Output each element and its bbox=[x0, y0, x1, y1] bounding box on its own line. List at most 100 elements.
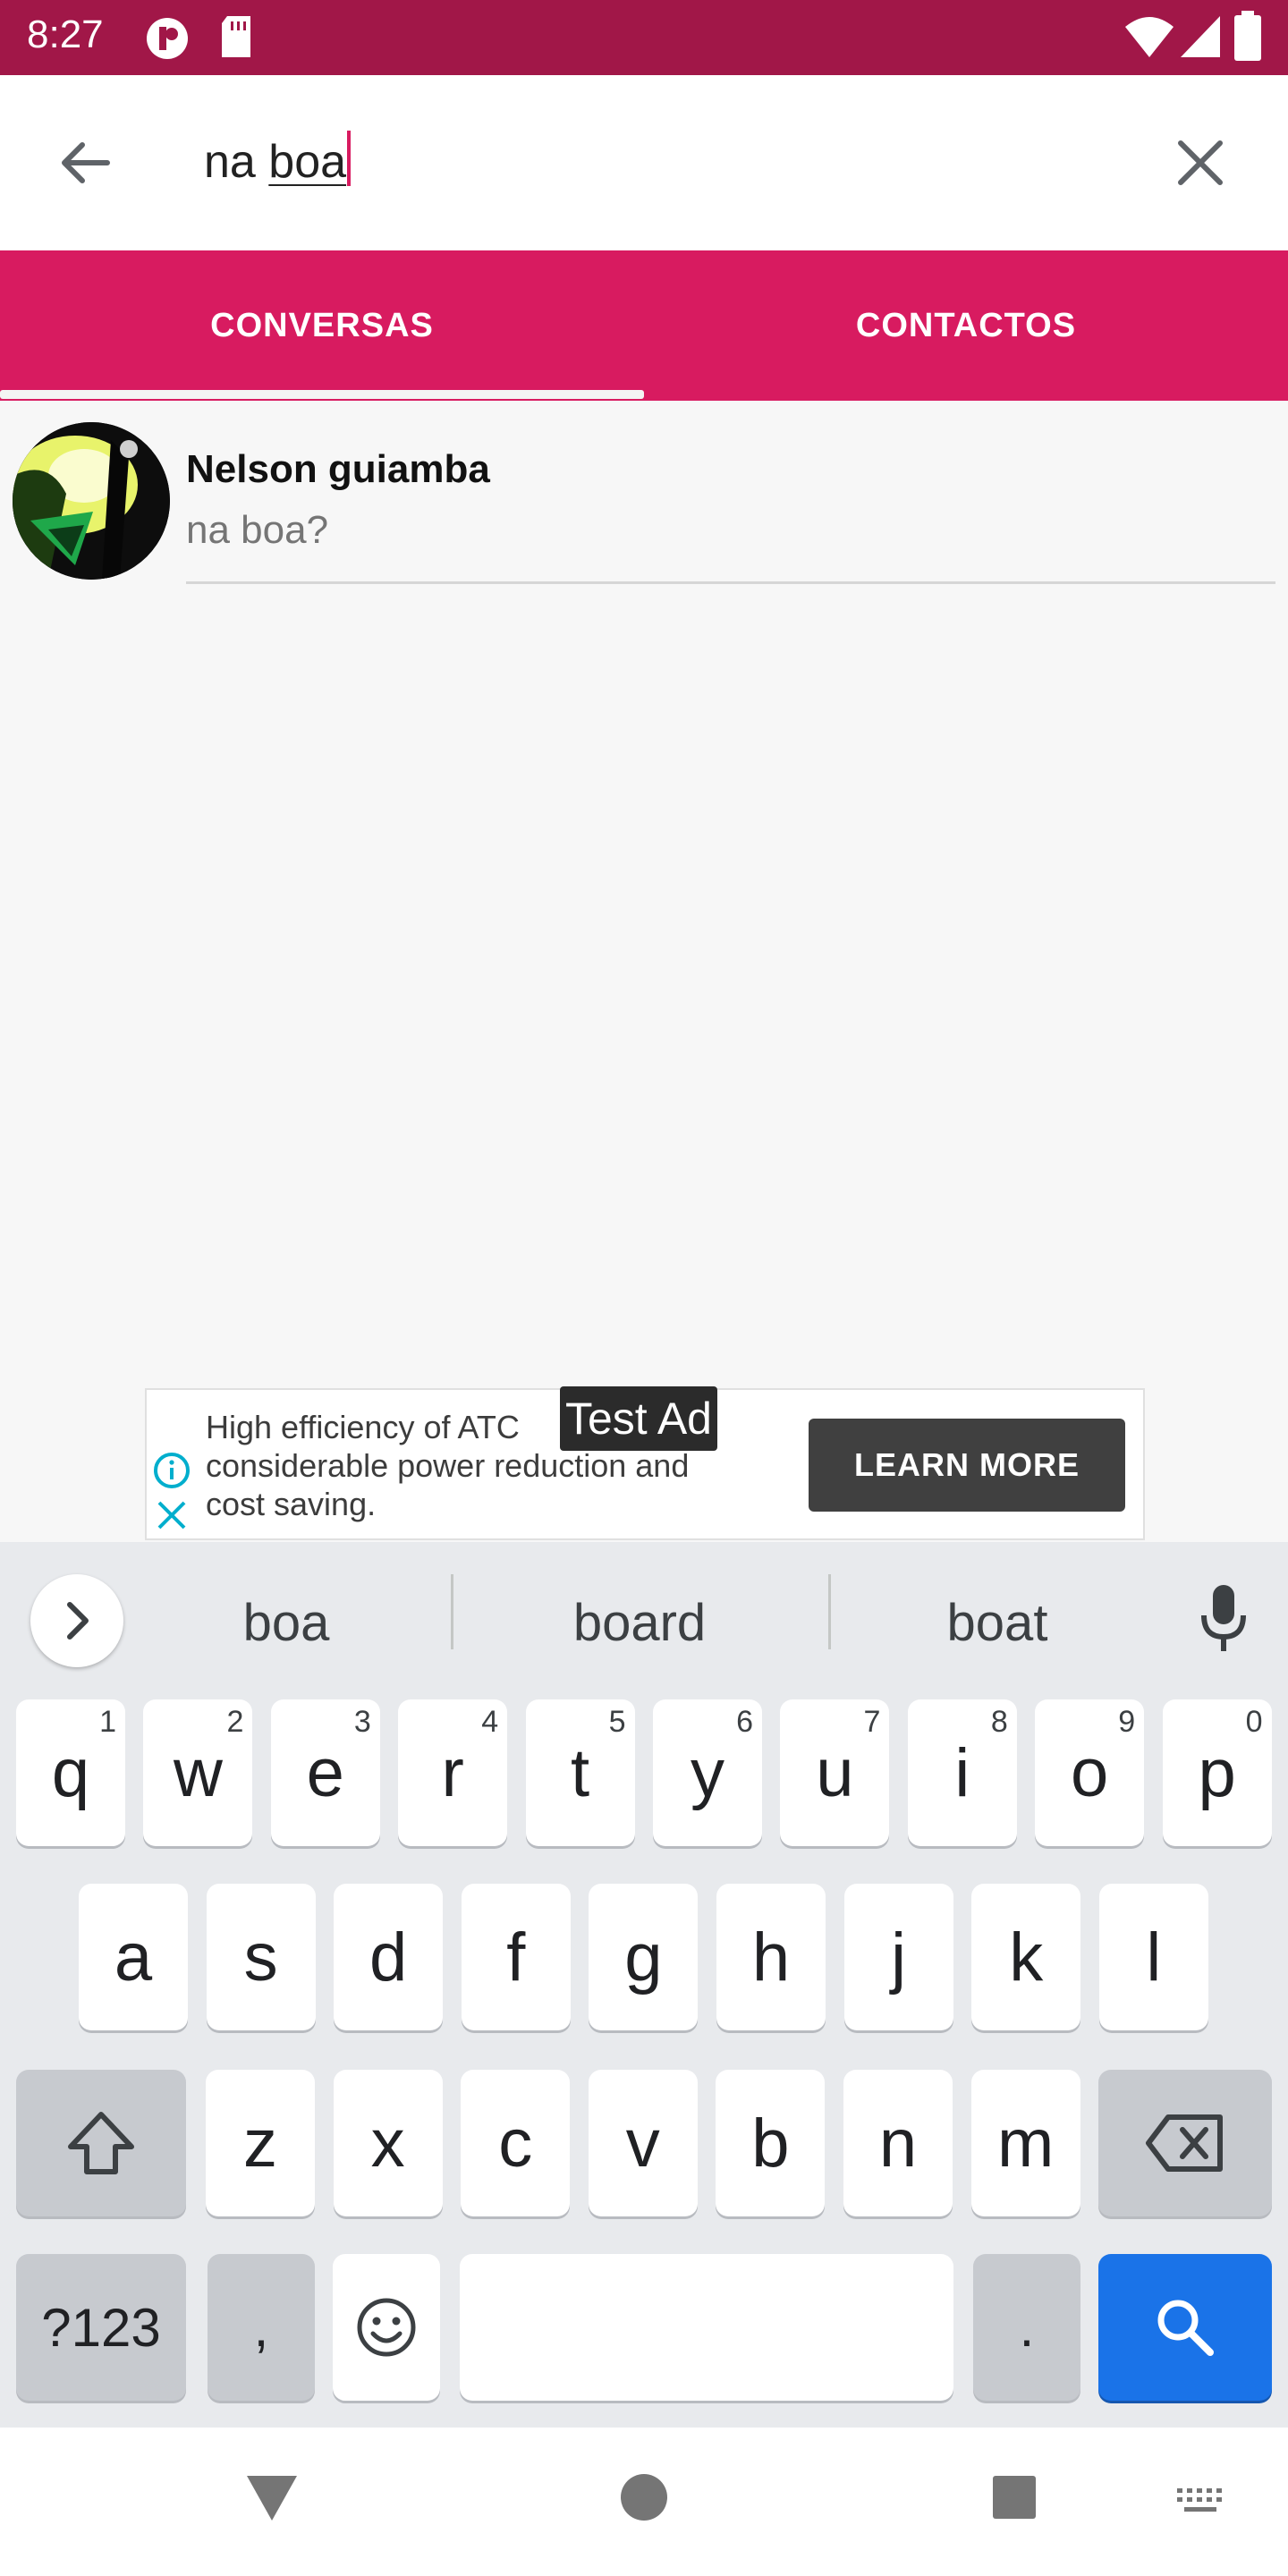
app-notification-icon bbox=[147, 18, 188, 59]
tab-bar: CONVERSAS CONTACTOS bbox=[0, 250, 1288, 401]
key-k[interactable]: k bbox=[971, 1884, 1081, 2030]
suggestion-strip: boa board boat bbox=[0, 1542, 1288, 1685]
tab-contactos[interactable]: CONTACTOS bbox=[644, 250, 1288, 401]
info-icon[interactable] bbox=[152, 1451, 191, 1490]
suggestion-3[interactable]: boat bbox=[877, 1578, 1118, 1667]
symbols-key[interactable]: ?123 bbox=[16, 2254, 186, 2401]
chevron-right-icon bbox=[67, 1602, 89, 1640]
battery-icon bbox=[1234, 11, 1261, 61]
back-arrow-icon[interactable] bbox=[54, 131, 118, 195]
tab-conversas[interactable]: CONVERSAS bbox=[0, 250, 644, 401]
key-hint-number: 0 bbox=[1245, 1705, 1263, 1739]
search-icon bbox=[1157, 2300, 1214, 2356]
learn-more-button[interactable]: LEARN MORE bbox=[809, 1419, 1125, 1512]
backspace-key[interactable] bbox=[1098, 2070, 1272, 2216]
avatar bbox=[13, 422, 170, 580]
key-a[interactable]: a bbox=[79, 1884, 188, 2030]
key-label: t bbox=[571, 1734, 590, 1811]
sd-card-icon bbox=[222, 16, 250, 57]
keyboard-switch-icon[interactable] bbox=[1175, 2487, 1227, 2515]
search-key[interactable] bbox=[1098, 2254, 1272, 2401]
key-b[interactable]: b bbox=[716, 2070, 826, 2216]
suggestion-1[interactable]: boa bbox=[161, 1578, 411, 1667]
key-hint-number: 3 bbox=[353, 1705, 371, 1739]
nav-recents-icon[interactable] bbox=[991, 2474, 1038, 2521]
microphone-icon[interactable] bbox=[1195, 1581, 1252, 1657]
key-d[interactable]: d bbox=[334, 1884, 444, 2030]
cellular-signal-icon bbox=[1181, 16, 1220, 57]
wifi-icon bbox=[1125, 17, 1174, 57]
text-cursor bbox=[347, 131, 352, 186]
key-hint-number: 1 bbox=[99, 1705, 116, 1739]
key-hint-number: 6 bbox=[736, 1705, 753, 1739]
key-label: u bbox=[816, 1734, 854, 1811]
key-p[interactable]: p0 bbox=[1162, 1699, 1272, 1846]
key-r[interactable]: r4 bbox=[398, 1699, 508, 1846]
search-composing-text: boa bbox=[268, 136, 347, 188]
suggestion-divider bbox=[828, 1574, 831, 1649]
soft-keyboard: boa board boat q1w2e3r4t5y6u7i8o9p0 asdf… bbox=[0, 1542, 1288, 2428]
status-bar: 8:27 bbox=[0, 0, 1288, 75]
key-hint-number: 4 bbox=[481, 1705, 499, 1739]
period-key[interactable]: . bbox=[973, 2254, 1080, 2401]
emoji-icon bbox=[357, 2298, 416, 2357]
ad-text-line-2: considerable power reduction and bbox=[206, 1447, 690, 1484]
space-key[interactable] bbox=[460, 2254, 953, 2401]
test-ad-badge: Test Ad bbox=[560, 1386, 717, 1451]
key-label: y bbox=[691, 1734, 724, 1811]
key-hint-number: 9 bbox=[1118, 1705, 1136, 1739]
suggestion-expand-button[interactable] bbox=[30, 1574, 123, 1667]
search-input[interactable]: na boa bbox=[204, 131, 352, 189]
key-hint-number: 5 bbox=[608, 1705, 626, 1739]
comma-key[interactable]: , bbox=[208, 2254, 315, 2401]
emoji-key[interactable] bbox=[333, 2254, 440, 2401]
key-c[interactable]: c bbox=[461, 2070, 571, 2216]
key-label: w bbox=[173, 1734, 223, 1811]
key-s[interactable]: s bbox=[206, 1884, 316, 2030]
key-f[interactable]: f bbox=[461, 1884, 571, 2030]
key-o[interactable]: o9 bbox=[1035, 1699, 1145, 1846]
key-e[interactable]: e3 bbox=[270, 1699, 380, 1846]
shift-key[interactable] bbox=[16, 2070, 186, 2216]
key-n[interactable]: n bbox=[843, 2070, 953, 2216]
key-v[interactable]: v bbox=[588, 2070, 698, 2216]
key-label: o bbox=[1071, 1734, 1109, 1811]
key-j[interactable]: j bbox=[843, 1884, 953, 2030]
close-ad-icon[interactable] bbox=[154, 1497, 190, 1533]
key-q[interactable]: q1 bbox=[16, 1699, 125, 1846]
key-label: q bbox=[51, 1734, 90, 1811]
key-u[interactable]: u7 bbox=[780, 1699, 890, 1846]
nav-back-icon[interactable] bbox=[243, 2470, 301, 2524]
key-g[interactable]: g bbox=[589, 1884, 699, 2030]
key-m[interactable]: m bbox=[970, 2070, 1080, 2216]
nav-home-icon[interactable] bbox=[619, 2472, 669, 2522]
ad-text-line-3: cost saving. bbox=[206, 1486, 377, 1522]
contact-name: Nelson guiamba bbox=[186, 447, 490, 491]
key-i[interactable]: i8 bbox=[907, 1699, 1017, 1846]
key-label: r bbox=[441, 1734, 464, 1811]
conversation-row[interactable]: Nelson guiamba na boa? bbox=[0, 401, 1288, 589]
backspace-icon bbox=[1146, 2114, 1223, 2172]
key-label: e bbox=[306, 1734, 344, 1811]
key-h[interactable]: h bbox=[716, 1884, 826, 2030]
last-message: na boa? bbox=[186, 508, 329, 552]
shift-arrow-icon bbox=[68, 2112, 134, 2174]
suggestion-divider bbox=[451, 1574, 453, 1649]
key-x[interactable]: x bbox=[333, 2070, 443, 2216]
key-w[interactable]: w2 bbox=[143, 1699, 253, 1846]
active-tab-indicator bbox=[0, 390, 644, 399]
key-label: i bbox=[954, 1734, 970, 1811]
key-t[interactable]: t5 bbox=[525, 1699, 635, 1846]
key-hint-number: 2 bbox=[226, 1705, 244, 1739]
suggestion-2[interactable]: board bbox=[501, 1578, 778, 1667]
status-time: 8:27 bbox=[27, 13, 104, 56]
navigation-bar bbox=[0, 2428, 1288, 2576]
search-bar: na boa bbox=[0, 75, 1288, 250]
search-query-text: na bbox=[204, 136, 269, 188]
key-z[interactable]: z bbox=[206, 2070, 315, 2216]
key-l[interactable]: l bbox=[1098, 1884, 1208, 2030]
close-icon[interactable] bbox=[1168, 131, 1233, 195]
key-y[interactable]: y6 bbox=[653, 1699, 762, 1846]
key-hint-number: 7 bbox=[863, 1705, 881, 1739]
key-label: p bbox=[1198, 1734, 1236, 1811]
